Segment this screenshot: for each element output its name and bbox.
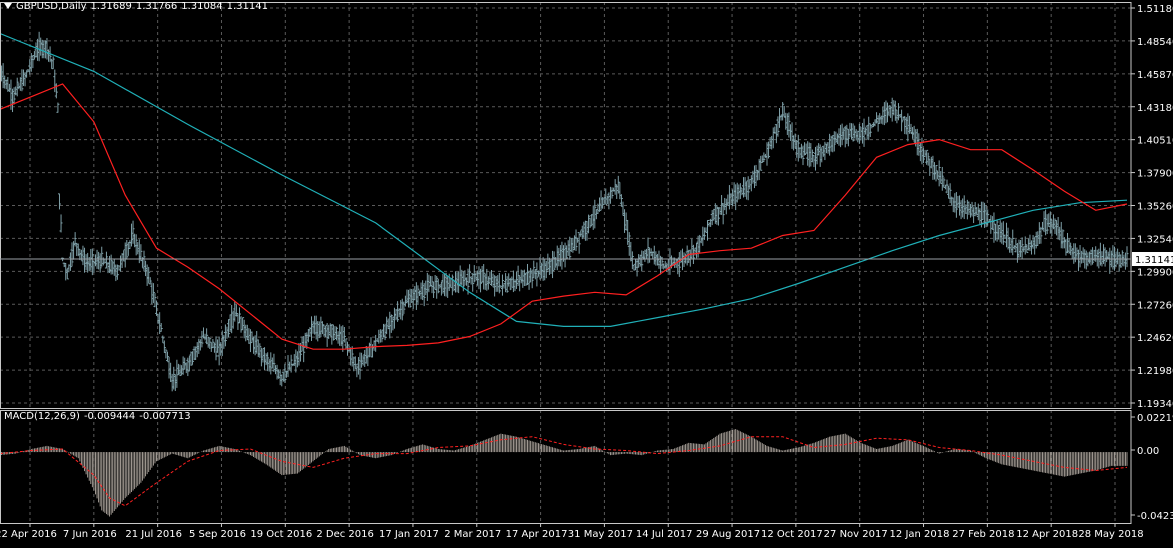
y-tick-label: 1.45870 — [1137, 70, 1173, 81]
x-tick-label: 12 Oct 2017 — [761, 529, 823, 540]
y-tick-label: 1.32540 — [1137, 234, 1173, 245]
x-tick-label: 29 Aug 2017 — [696, 529, 760, 540]
x-tick-label: 12 Jan 2018 — [890, 529, 950, 540]
ma-fast-line — [0, 83, 1128, 350]
symbol-label: GBPUSD,Daily — [16, 1, 87, 12]
x-tick-label: 5 Sep 2016 — [189, 529, 246, 540]
x-tick-label: 12 Apr 2018 — [1016, 529, 1078, 540]
x-tick-label: 17 Jan 2017 — [379, 529, 439, 540]
macd-y-tick-label: 0.02219 — [1137, 413, 1173, 424]
y-tick-label: 1.29900 — [1137, 267, 1173, 278]
y-tick-label: 1.27260 — [1137, 300, 1173, 311]
y-tick-label: 1.43180 — [1137, 103, 1173, 114]
low-value: 1.31084 — [181, 1, 223, 12]
x-tick-label: 27 Feb 2018 — [952, 529, 1014, 540]
x-tick-label: 17 Apr 2017 — [506, 529, 568, 540]
x-tick-label: 31 May 2017 — [568, 529, 633, 540]
macd-main-value: -0.009444 — [83, 411, 136, 422]
x-tick-label: 2 Dec 2016 — [316, 529, 374, 540]
dropdown-triangle-icon[interactable] — [4, 3, 12, 9]
y-tick-label: 1.21980 — [1137, 366, 1173, 377]
y-tick-label: 1.48540 — [1137, 37, 1173, 48]
current-price-label: 1.31141 — [1135, 255, 1173, 266]
x-tick-label: 27 Nov 2017 — [824, 529, 888, 540]
macd-indicator — [0, 429, 1128, 517]
x-tick-label: 2 Mar 2017 — [444, 529, 501, 540]
ma-slow-line — [0, 32, 1128, 327]
x-tick-label: 14 Jul 2017 — [636, 529, 693, 540]
y-tick-label: 1.37900 — [1137, 169, 1173, 180]
close-value: 1.31141 — [226, 1, 268, 12]
macd-frame — [0, 410, 1132, 524]
macd-header: MACD(12,26,9) -0.009444 -0.007713 — [4, 411, 195, 422]
y-tick-label: 1.24620 — [1137, 333, 1173, 344]
macd-signal-value: -0.007713 — [139, 411, 191, 422]
moving-averages — [0, 32, 1128, 350]
x-tick-label: 22 Apr 2016 — [0, 529, 57, 540]
x-tick-label: 7 Jun 2016 — [63, 529, 117, 540]
macd-signal-line — [0, 436, 1128, 507]
y-tick-label: 1.35260 — [1137, 202, 1173, 213]
x-tick-label: 21 Jul 2016 — [125, 529, 182, 540]
macd-y-tick-label: 0.00 — [1137, 446, 1159, 457]
y-tick-label: 1.19340 — [1137, 399, 1173, 410]
chart-header: GBPUSD,Daily 1.31689 1.31766 1.31084 1.31141 — [4, 1, 272, 12]
high-value: 1.31766 — [135, 1, 178, 12]
x-tick-label: 28 May 2018 — [1078, 529, 1143, 540]
chart-area[interactable]: 22 Apr 2016 7 Jun 2016 21 Jul 2016 5 Sep 20… — [0, 0, 1173, 544]
open-value: 1.31689 — [90, 1, 132, 12]
x-tick-label: 19 Oct 2016 — [250, 529, 312, 540]
y-tick-label: 1.40510 — [1137, 136, 1173, 147]
macd-y-tick-label: -0.042301 — [1137, 511, 1173, 522]
chart-canvas[interactable]: 22 Apr 2016 7 Jun 2016 21 Jul 2016 5 Sep 20… — [0, 0, 1173, 544]
macd-label: MACD(12,26,9) — [4, 411, 80, 422]
y-tick-label: 1.51180 — [1137, 4, 1173, 15]
